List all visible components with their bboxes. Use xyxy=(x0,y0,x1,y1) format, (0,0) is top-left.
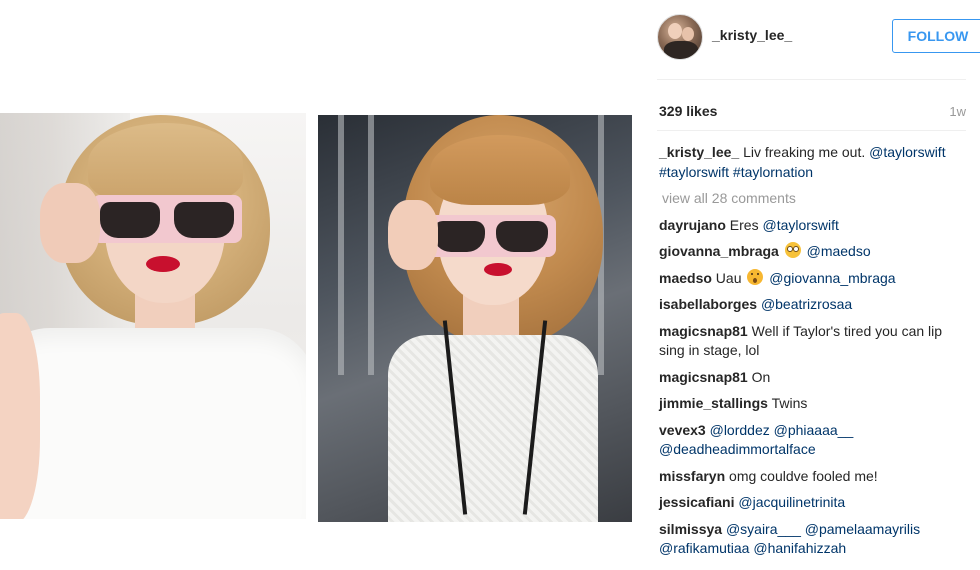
photo-railing xyxy=(368,115,374,375)
photo-bangs xyxy=(88,123,243,203)
comment-username[interactable]: giovanna_mbraga xyxy=(659,243,779,259)
comment-username[interactable]: missfaryn xyxy=(659,468,725,484)
comment-item: missfaryn omg couldve fooled me! xyxy=(659,467,964,487)
photo-sunglasses xyxy=(92,195,242,245)
comment-username[interactable]: vevex3 xyxy=(659,422,706,438)
photo-shoulder xyxy=(0,313,40,519)
comment-username[interactable]: magicsnap81 xyxy=(659,323,748,339)
photo-bangs xyxy=(430,135,570,205)
post-author-username[interactable]: _kristy_lee_ xyxy=(712,27,792,43)
comment-item: isabellaborges @beatrizrosaa xyxy=(659,295,964,315)
comment-username[interactable]: silmissya xyxy=(659,521,722,537)
post-header: _kristy_lee_ FOLLOW xyxy=(657,14,980,62)
photo-top xyxy=(0,328,306,519)
open-mouth-face-emoji-icon xyxy=(747,268,764,285)
view-all-comments-link[interactable]: view all 28 comments xyxy=(662,189,964,209)
comment-text xyxy=(779,243,783,259)
follow-button[interactable]: FOLLOW xyxy=(892,19,980,53)
caption-text: Liv freaking me out. xyxy=(739,144,870,160)
caption-username[interactable]: _kristy_lee_ xyxy=(659,144,739,160)
divider xyxy=(657,79,966,80)
post-caption: _kristy_lee_ Liv freaking me out. @taylo… xyxy=(659,143,964,182)
photo-lips xyxy=(484,263,512,276)
photo-lips xyxy=(146,256,180,272)
comment-mention[interactable]: @giovanna_mbraga xyxy=(765,270,895,286)
comment-mention[interactable]: @maedso xyxy=(803,243,871,259)
divider xyxy=(657,130,966,131)
post-photo-left xyxy=(0,113,306,519)
comment-mention[interactable]: @jacquilinetrinita xyxy=(738,494,845,510)
photo-hand xyxy=(40,183,100,263)
photo-hand xyxy=(388,200,438,270)
comment-username[interactable]: jessicafiani xyxy=(659,494,735,510)
comment-mention[interactable]: @taylorswift xyxy=(762,217,838,233)
post-photo-right xyxy=(318,115,632,522)
comment-item: magicsnap81 On xyxy=(659,368,964,388)
avatar[interactable] xyxy=(657,14,703,60)
comment-item: dayrujano Eres @taylorswift xyxy=(659,216,964,236)
comment-item: magicsnap81 Well if Taylor's tired you c… xyxy=(659,322,964,361)
comment-item: silmissya @syaira___ @pamelaamayrilis @r… xyxy=(659,520,964,559)
comments-list: _kristy_lee_ Liv freaking me out. @taylo… xyxy=(659,143,964,566)
comment-text: On xyxy=(747,368,771,385)
comment-item: giovanna_mbraga @maedso xyxy=(659,242,964,262)
comment-item: vevex3 @lorddez @phiaaaa__ @deadheadimmo… xyxy=(659,421,964,460)
comment-username[interactable]: dayrujano xyxy=(659,217,726,233)
post-media[interactable] xyxy=(0,0,640,570)
comment-mention[interactable]: @beatrizrosaa xyxy=(761,296,852,312)
comment-username[interactable]: isabellaborges xyxy=(659,296,757,312)
post-sidebar: _kristy_lee_ FOLLOW 329 likes 1w _kristy… xyxy=(640,0,980,570)
comment-text: Eres xyxy=(725,216,763,233)
comment-text: omg couldve fooled me! xyxy=(725,467,878,484)
photo-top xyxy=(388,335,598,522)
comment-text: Uau xyxy=(711,269,746,286)
photo-sunglasses xyxy=(426,215,556,259)
post-timestamp[interactable]: 1w xyxy=(949,104,966,119)
likes-count[interactable]: 329 likes xyxy=(659,103,717,119)
comment-username[interactable]: maedso xyxy=(659,270,712,286)
photo-railing xyxy=(338,115,344,375)
comment-item: jimmie_stallings Twins xyxy=(659,394,964,414)
comment-username[interactable]: jimmie_stallings xyxy=(659,395,768,411)
comment-item: jessicafiani @jacquilinetrinita xyxy=(659,493,964,513)
comment-text: Twins xyxy=(767,395,808,411)
flushed-face-emoji-icon xyxy=(784,242,801,258)
comment-item: maedso Uau @giovanna_mbraga xyxy=(659,268,964,289)
comment-username[interactable]: magicsnap81 xyxy=(659,369,748,385)
